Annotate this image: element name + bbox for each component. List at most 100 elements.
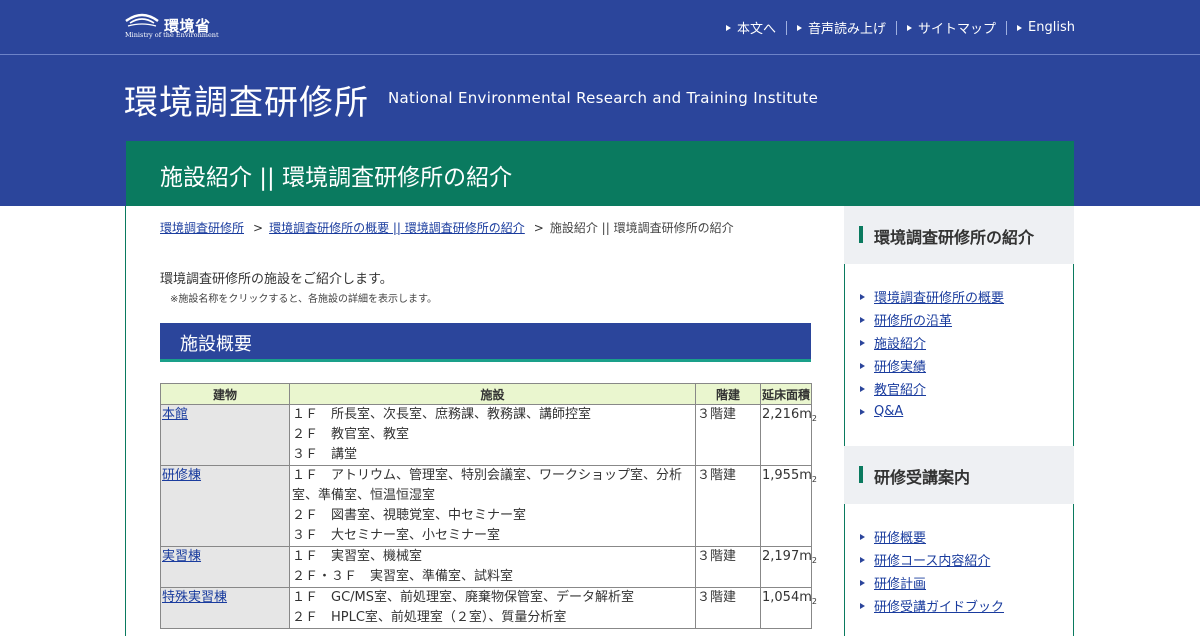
sidebar-item: 研修概要: [860, 525, 1004, 548]
utility-divider: [786, 20, 788, 35]
sidebar-link-facilities[interactable]: 施設紹介: [874, 333, 926, 352]
sidebar-link-results[interactable]: 研修実績: [874, 356, 926, 375]
sidebar-link-faq[interactable]: Q&A: [874, 404, 903, 419]
floor-line: １Ｆ 所長室、次長室、庶務課、教務課、講師控室: [292, 407, 592, 422]
section-heading-bar: 施設概要: [160, 323, 811, 362]
triangle-right-icon: [860, 533, 865, 540]
area-unit-sub: 2: [811, 414, 817, 423]
triangle-right-icon: [860, 362, 865, 369]
ministry-logo[interactable]: 環境省 Ministry of the Environment: [124, 9, 219, 41]
floor-line: ２Ｆ 図書室、視聴覚室、中セミナー室: [292, 508, 527, 523]
facility-cell: １Ｆ GC/MS室、前処理室、廃棄物保管室、データ解析室 ２Ｆ HPLC室、前処…: [289, 587, 696, 629]
area-cell: 2,197m2: [760, 546, 817, 588]
triangle-right-icon: [860, 556, 865, 563]
sidebar-links: 研修概要 研修コース内容紹介 研修計画 研修受講ガイドブック: [860, 525, 1004, 617]
site-title[interactable]: 環境調査研修所: [124, 75, 369, 124]
area-unit-sub: 2: [811, 597, 817, 606]
building-cell: 本館: [160, 404, 290, 466]
area-value: 1,054m: [762, 590, 812, 605]
sidebar-item: 研修受講ガイドブック: [860, 594, 1004, 617]
click-note: ※施設名称をクリックすると、各施設の詳細を表示します。: [170, 294, 437, 305]
sidebar-item: 研修計画: [860, 571, 1004, 594]
breadcrumb-overview-link[interactable]: 環境調査研修所の概要 || 環境調査研修所の紹介: [269, 221, 525, 235]
sidebar-link-instructors[interactable]: 教官紹介: [874, 379, 926, 398]
sidebar-item: 教官紹介: [860, 377, 1004, 400]
floor-line: ３Ｆ 大セミナー室、小セミナー室: [292, 528, 501, 543]
floor-line: ２Ｆ・３Ｆ 実習室、準備室、試料室: [292, 569, 514, 584]
building-link[interactable]: 特殊実習棟: [162, 590, 227, 605]
building-link[interactable]: 本館: [162, 407, 188, 422]
stories-cell: ３階建: [695, 587, 761, 629]
stories-cell: ３階建: [695, 546, 761, 588]
triangle-right-icon: [860, 293, 865, 300]
breadcrumb: 環境調査研修所 > 環境調査研修所の概要 || 環境調査研修所の紹介 > 施設紹介 ||…: [160, 219, 734, 236]
ministry-logo-en: Ministry of the Environment: [125, 31, 219, 39]
sidebar-item: 研修コース内容紹介: [860, 548, 1004, 571]
english-link[interactable]: English: [1017, 20, 1075, 35]
stories-cell: ３階建: [695, 465, 761, 547]
triangle-right-icon: [1017, 24, 1023, 31]
sidebar-section-title: 研修受講案内: [874, 468, 971, 487]
sidebar-link-training-overview[interactable]: 研修概要: [874, 527, 926, 546]
triangle-right-icon: [907, 24, 913, 31]
utility-nav: 本文へ 音声読み上げ サイトマップ English: [726, 18, 1075, 37]
triangle-right-icon: [860, 339, 865, 346]
facility-cell: １Ｆ 所長室、次長室、庶務課、教務課、講師控室 ２Ｆ 教官室、教室 ３Ｆ 講堂: [289, 404, 696, 466]
triangle-right-icon: [860, 602, 865, 609]
sidebar-link-training-plan[interactable]: 研修計画: [874, 573, 926, 592]
table-row: 本館 １Ｆ 所長室、次長室、庶務課、教務課、講師控室 ２Ｆ 教官室、教室 ３Ｆ …: [160, 404, 817, 466]
floor-line: ２Ｆ HPLC室、前処理室（２室）、質量分析室: [292, 610, 567, 625]
sidebar-link-course-content[interactable]: 研修コース内容紹介: [874, 550, 990, 569]
sidebar-section-header: 環境調査研修所の紹介: [844, 206, 1074, 264]
building-link[interactable]: 実習棟: [162, 549, 201, 564]
skip-to-content-link[interactable]: 本文へ: [726, 18, 776, 37]
sidebar-item: 施設紹介: [860, 331, 1004, 354]
area-value: 2,197m: [762, 549, 812, 564]
breadcrumb-current: 施設紹介 || 環境調査研修所の紹介: [549, 221, 734, 235]
section-accent-bar: [859, 466, 863, 483]
read-aloud-link[interactable]: 音声読み上げ: [797, 18, 886, 37]
floor-line: １Ｆ アトリウム、管理室、特別会議室、ワークショップ室、分析室、準備室、恒温恒湿…: [292, 468, 683, 503]
building-cell: 実習棟: [160, 546, 290, 588]
facilities-table: 建物 施設 階建 延床面積 本館 １Ｆ 所長室、次長室、庶務課、教務課、講師控室…: [160, 383, 817, 629]
building-link[interactable]: 研修棟: [162, 468, 201, 483]
breadcrumb-separator: >: [533, 221, 544, 235]
triangle-right-icon: [797, 24, 803, 31]
section-title: 施設概要: [180, 334, 252, 355]
area-cell: 1,955m2: [760, 465, 817, 547]
table-row: 実習棟 １Ｆ 実習室、機械室 ２Ｆ・３Ｆ 実習室、準備室、試料室 ３階建 2,1…: [160, 546, 817, 588]
page-heading-bar: 施設紹介 || 環境調査研修所の紹介: [126, 141, 1074, 206]
table-header-row: 建物 施設 階建 延床面積: [160, 383, 812, 405]
sidebar-item: 研修所の沿革: [860, 308, 1004, 331]
triangle-right-icon: [860, 316, 865, 323]
area-unit-sub: 2: [811, 475, 817, 484]
column-header: 階建: [695, 383, 761, 405]
area-unit-sub: 2: [811, 556, 817, 565]
facility-cell: １Ｆ アトリウム、管理室、特別会議室、ワークショップ室、分析室、準備室、恒温恒湿…: [289, 465, 696, 547]
utility-divider: [1006, 20, 1008, 35]
column-header: 延床面積: [760, 383, 812, 405]
table-row: 特殊実習棟 １Ｆ GC/MS室、前処理室、廃棄物保管室、データ解析室 ２Ｆ HP…: [160, 587, 817, 629]
stories-cell: ３階建: [695, 404, 761, 466]
sidebar-link-guidebook[interactable]: 研修受講ガイドブック: [874, 596, 1004, 615]
sitemap-link[interactable]: サイトマップ: [907, 18, 996, 37]
triangle-right-icon: [860, 385, 865, 392]
area-cell: 2,216m2: [760, 404, 817, 466]
section-accent-bar: [859, 226, 863, 243]
column-header: 建物: [160, 383, 290, 405]
sidebar-link-overview[interactable]: 環境調査研修所の概要: [874, 287, 1004, 306]
utility-divider: [896, 20, 898, 35]
sidebar-link-history[interactable]: 研修所の沿革: [874, 310, 952, 329]
triangle-right-icon: [860, 579, 865, 586]
sidebar-section-header: 研修受講案内: [844, 446, 1074, 504]
sidebar-links: 環境調査研修所の概要 研修所の沿革 施設紹介 研修実績 教官紹介 Q&A: [860, 285, 1004, 423]
facility-cell: １Ｆ 実習室、機械室 ２Ｆ・３Ｆ 実習室、準備室、試料室: [289, 546, 696, 588]
triangle-right-icon: [726, 24, 731, 31]
sidebar-item: Q&A: [860, 400, 1004, 423]
building-cell: 特殊実習棟: [160, 587, 290, 629]
column-header: 施設: [289, 383, 696, 405]
breadcrumb-home-link[interactable]: 環境調査研修所: [160, 221, 244, 235]
top-header: 環境省 Ministry of the Environment 本文へ 音声読み…: [0, 0, 1200, 55]
ministry-logo-mark: [125, 13, 159, 27]
area-value: 1,955m: [762, 468, 812, 483]
